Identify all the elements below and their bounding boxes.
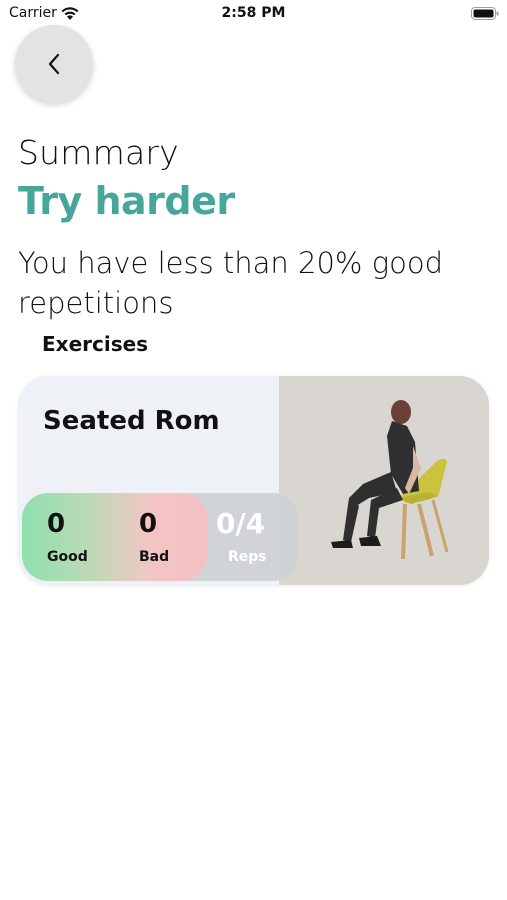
exercise-card[interactable]: Seated Rom 0 Good 0 Bad 0/4 Reps <box>18 376 489 585</box>
page-title: Summary <box>18 133 179 172</box>
exercises-section-label: Exercises <box>42 332 149 356</box>
back-button[interactable] <box>15 25 93 103</box>
exercise-name: Seated Rom <box>43 406 220 436</box>
exercise-image <box>279 376 489 585</box>
reps-count: 0/4 <box>216 507 266 540</box>
good-count: 0 <box>47 509 66 539</box>
status-time: 2:58 PM <box>221 5 286 21</box>
bad-label: Bad <box>139 549 170 565</box>
chevron-left-icon <box>48 53 60 75</box>
good-label: Good <box>47 549 88 565</box>
result-message: You have less than 20% good repetitions <box>18 246 444 320</box>
reps-label: Reps <box>228 549 267 565</box>
battery-icon <box>471 7 499 20</box>
status-bar: Carrier 2:58 PM <box>0 0 507 28</box>
bad-count: 0 <box>139 509 158 539</box>
result-heading: Try harder <box>18 179 235 223</box>
